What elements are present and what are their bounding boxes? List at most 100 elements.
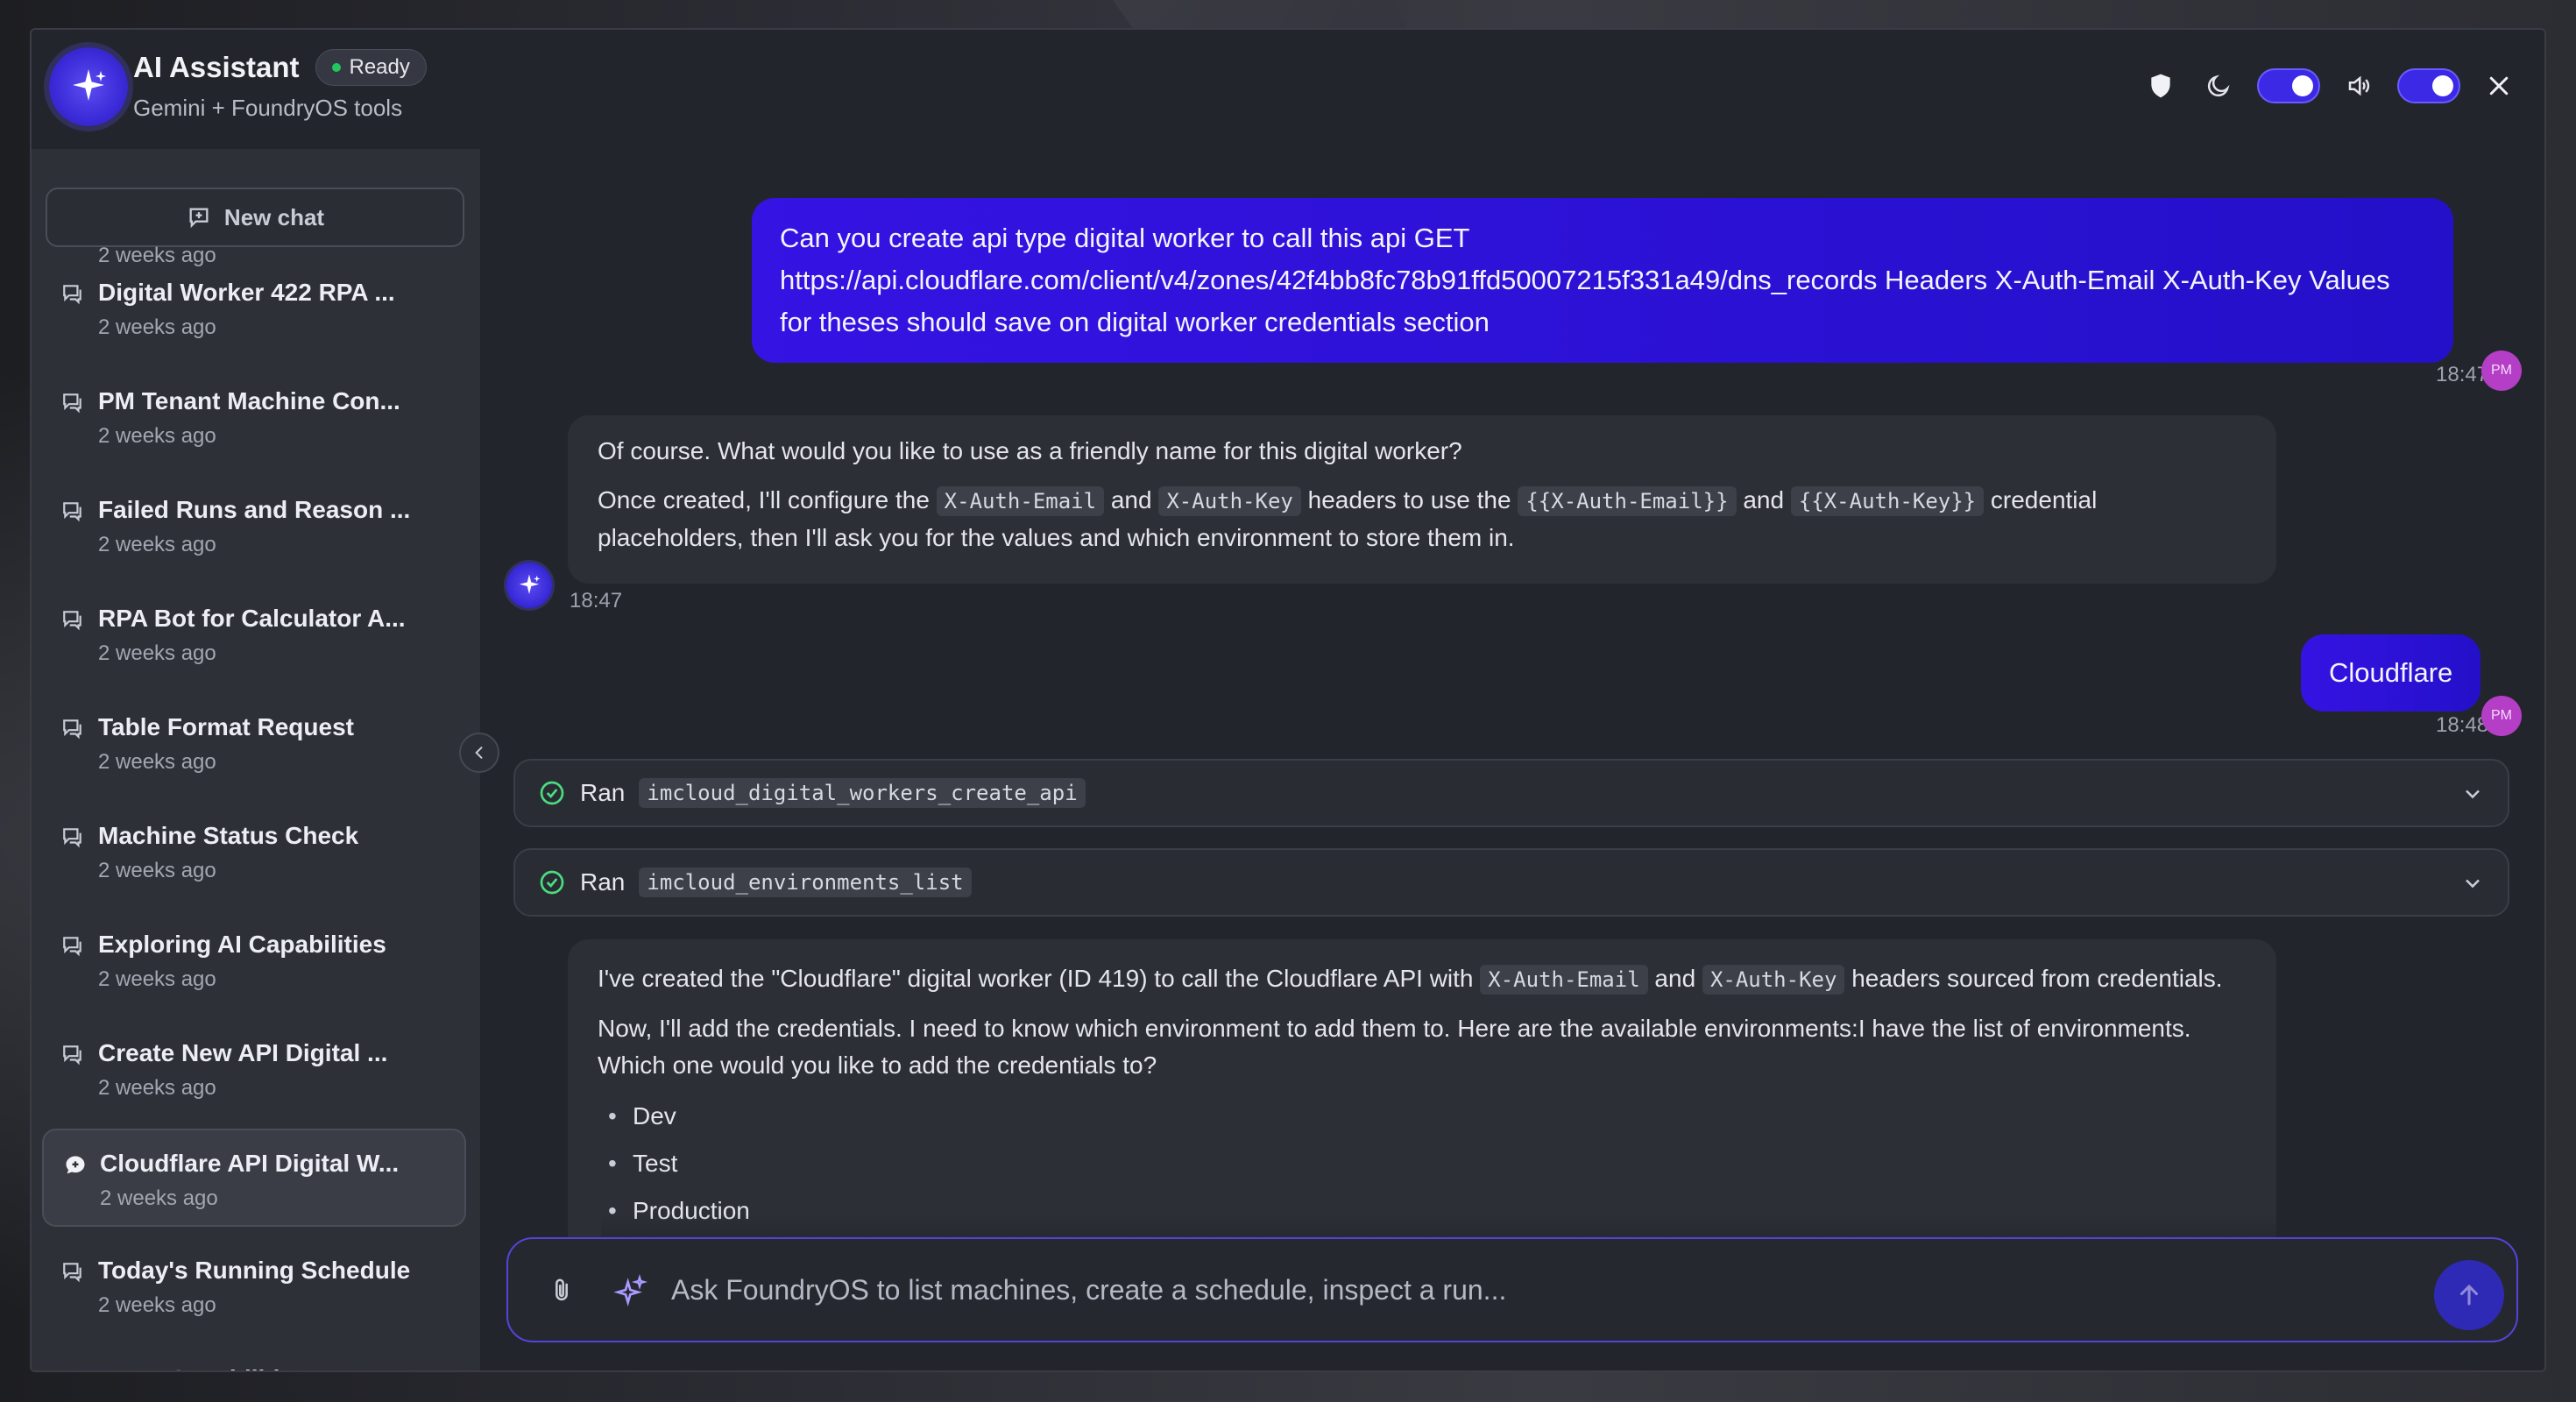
user-message: Cloudflare [2301,634,2481,712]
chat-bubble-icon [61,1260,84,1287]
user-message-text: Cloudflare [2329,657,2453,688]
chevron-down-icon [2466,790,2480,799]
chat-item-title: Exploring AI Capabilities [98,931,386,958]
chat-bubble-icon [61,608,84,635]
composer [506,1237,2518,1342]
chat-bubble-icon [61,934,84,961]
chat-history-item[interactable]: Cloudflare API Digital W... 2 weeks ago [42,1129,466,1227]
chat-bubble-icon [61,1369,84,1370]
chat-bubble-icon [61,282,84,309]
tool-call-row[interactable]: Ran imcloud_digital_workers_create_api [513,759,2509,827]
shield-icon[interactable] [2141,67,2180,105]
chat-item-title: Table Format Request [98,713,354,740]
environment-list: Dev Test Production [598,1093,2247,1235]
assistant-message: Of course. What would you like to use as… [568,415,2276,584]
chat-item-time: 2 weeks ago [98,533,216,556]
inline-code: {{X-Auth-Key}} [1790,486,1985,516]
chat-item-title: Failed Runs and Reason ... [98,496,411,523]
header: AI Assistant Ready Gemini + FoundryOS to… [32,30,2544,149]
sparkle-icon [73,69,106,101]
close-icon[interactable] [2480,67,2518,105]
new-chat-icon [189,208,209,229]
chat-bubble-icon [63,1153,88,1182]
sound-toggle[interactable] [2397,68,2460,103]
inline-code: X-Auth-Key [1702,965,1845,995]
chat-history-item[interactable]: Today's Running Schedule 2 weeks ago [42,1237,466,1335]
chat-history-item[interactable]: Create New API Digital ... 2 weeks ago [42,1020,466,1118]
assistant-logo [49,47,128,126]
send-button[interactable] [2434,1260,2504,1330]
inline-code: X-Auth-Key [1158,486,1301,516]
check-circle-icon [540,781,564,805]
assistant-message: I've created the "Cloudflare" digital wo… [568,939,2276,1255]
app-title: AI Assistant [133,51,300,83]
chat-history-item[interactable]: Machine Status Check 2 weeks ago [42,803,466,901]
chat-item-title: RPA Bot for Calculator A... [98,605,406,632]
status-badge: Ready [315,49,427,86]
chat-bubble-icon [61,499,84,527]
speaker-icon [2339,67,2378,105]
message-time: 18:47 [2436,363,2489,386]
chat-item-title: PM Tenant Machine Con... [98,387,400,414]
chat-history-item[interactable]: PM Tenant Machine Con... 2 weeks ago [42,368,466,466]
dark-mode-toggle[interactable] [2257,68,2320,103]
chat-bubble-icon [61,1043,84,1070]
chat-bubble-icon [61,391,84,418]
inline-code: {{X-Auth-Email}} [1518,486,1737,516]
tool-call-row[interactable]: Ran imcloud_environments_list [513,848,2509,917]
chat-item-time: 2 weeks ago [98,424,216,448]
list-item: Dev [598,1093,2247,1140]
chat-history-item[interactable]: Failed Runs and Reason ... 2 weeks ago [42,477,466,575]
assistant-message-text: Once created, I'll configure the X-Auth-… [598,486,2098,551]
chat-item-time: 2 weeks ago [98,1076,216,1100]
chat-history-item[interactable]: My AI Capabilities2 weeks ago [42,1346,466,1370]
user-message-text: Can you create api type digital worker t… [780,223,2390,337]
sparkle-icon [519,574,541,594]
user-avatar: PM [2481,350,2522,391]
check-circle-icon [540,870,564,895]
tool-call-prefix: Ran [580,868,626,896]
paperclip-icon[interactable] [547,1272,577,1313]
chat-item-title: Today's Running Schedule [98,1257,411,1284]
tool-call-prefix: Ran [580,779,626,806]
user-avatar: PM [2481,696,2522,736]
message-input[interactable] [671,1265,2336,1314]
chat-item-title: Machine Status Check [98,822,359,849]
arrow-up-icon [2459,1284,2479,1306]
chat-item-title: Cloudflare API Digital W... [100,1150,400,1177]
app-subtitle: Gemini + FoundryOS tools [133,95,403,121]
chat-item-time: 2 weeks ago [98,750,216,774]
assistant-message-text: Now, I'll add the credentials. I need to… [598,1015,2191,1079]
chat-item-time: 2 weeks ago [98,967,216,991]
sidebar: New chat 2 weeks ago Digital Worker 422 … [32,149,480,1370]
header-controls [2141,67,2518,105]
message-time: 18:47 [570,589,623,612]
tool-call-name: imcloud_environments_list [639,867,972,897]
chat-bubble-icon [61,825,84,853]
chat-thread: Can you create api type digital worker t… [480,149,2544,1370]
chat-history-item[interactable]: RPA Bot for Calculator A... 2 weeks ago [42,585,466,683]
chat-item-time: 2 weeks ago [98,1293,216,1317]
status-dot-icon [331,63,341,72]
new-chat-label: New chat [223,203,325,230]
chat-item-title: Digital Worker 422 RPA ... [98,279,395,306]
chat-item-title: Create New API Digital ... [98,1039,388,1066]
chat-item-time: 2 weeks ago [98,315,216,339]
ai-assistant-window: AI Assistant Ready Gemini + FoundryOS to… [30,28,2546,1372]
chat-item-time: 2 weeks ago [98,641,216,665]
chat-item-title: My AI Capabilities [98,1365,466,1370]
assistant-avatar [506,563,552,608]
chat-history-item[interactable]: Exploring AI Capabilities 2 weeks ago [42,911,466,1009]
chat-history-item[interactable]: Table Format Request 2 weeks ago [42,694,466,792]
chat-history-list: 2 weeks ago Digital Worker 422 RPA ... 2 … [32,244,480,1370]
status-label: Ready [349,55,410,79]
new-chat-button[interactable]: New chat [46,188,464,247]
moon-icon [2199,67,2238,105]
inline-code: X-Auth-Email [1480,965,1648,995]
chevron-down-icon [2466,879,2480,889]
chat-bubble-icon [61,717,84,744]
assistant-message-text: Of course. What would you like to use as… [598,437,1462,464]
user-message: Can you create api type digital worker t… [752,198,2453,363]
inline-code: X-Auth-Email [936,486,1105,516]
chat-history-item[interactable]: Digital Worker 422 RPA ... 2 weeks ago [42,259,466,358]
